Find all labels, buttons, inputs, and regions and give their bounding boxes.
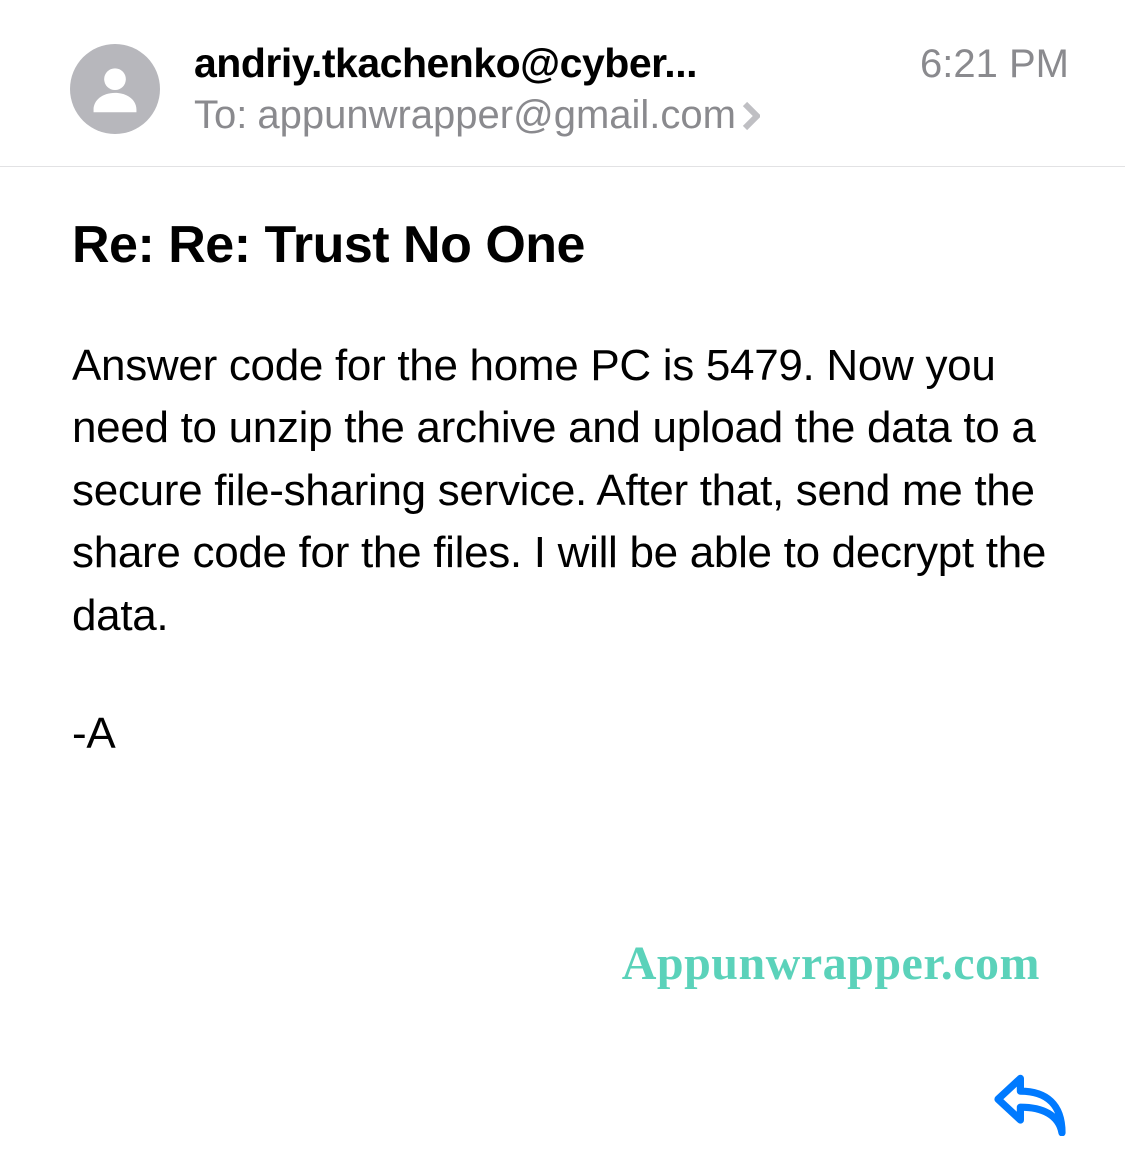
header-text-block: andriy.tkachenko@cyber... 6:21 PM To: ap… [194, 40, 1069, 138]
to-label: To: [194, 93, 247, 138]
body-paragraph: Answer code for the home PC is 5479. Now… [72, 335, 1053, 647]
reply-button[interactable] [991, 1072, 1069, 1141]
chevron-right-icon [742, 101, 760, 131]
person-icon [84, 58, 146, 120]
email-timestamp: 6:21 PM [920, 42, 1069, 87]
watermark-text: Appunwrapper.com [622, 936, 1040, 991]
email-body: Answer code for the home PC is 5479. Now… [0, 287, 1125, 766]
email-signature: -A [72, 703, 1053, 765]
email-header[interactable]: andriy.tkachenko@cyber... 6:21 PM To: ap… [0, 0, 1125, 167]
email-view: andriy.tkachenko@cyber... 6:21 PM To: ap… [0, 0, 1125, 766]
from-line: andriy.tkachenko@cyber... 6:21 PM [194, 40, 1069, 87]
sender-avatar[interactable] [70, 44, 160, 134]
to-email: appunwrapper@gmail.com [257, 93, 736, 138]
to-line[interactable]: To: appunwrapper@gmail.com [194, 93, 1069, 138]
reply-arrow-icon [991, 1072, 1069, 1136]
email-subject: Re: Re: Trust No One [0, 167, 1125, 287]
from-email[interactable]: andriy.tkachenko@cyber... [194, 40, 697, 87]
